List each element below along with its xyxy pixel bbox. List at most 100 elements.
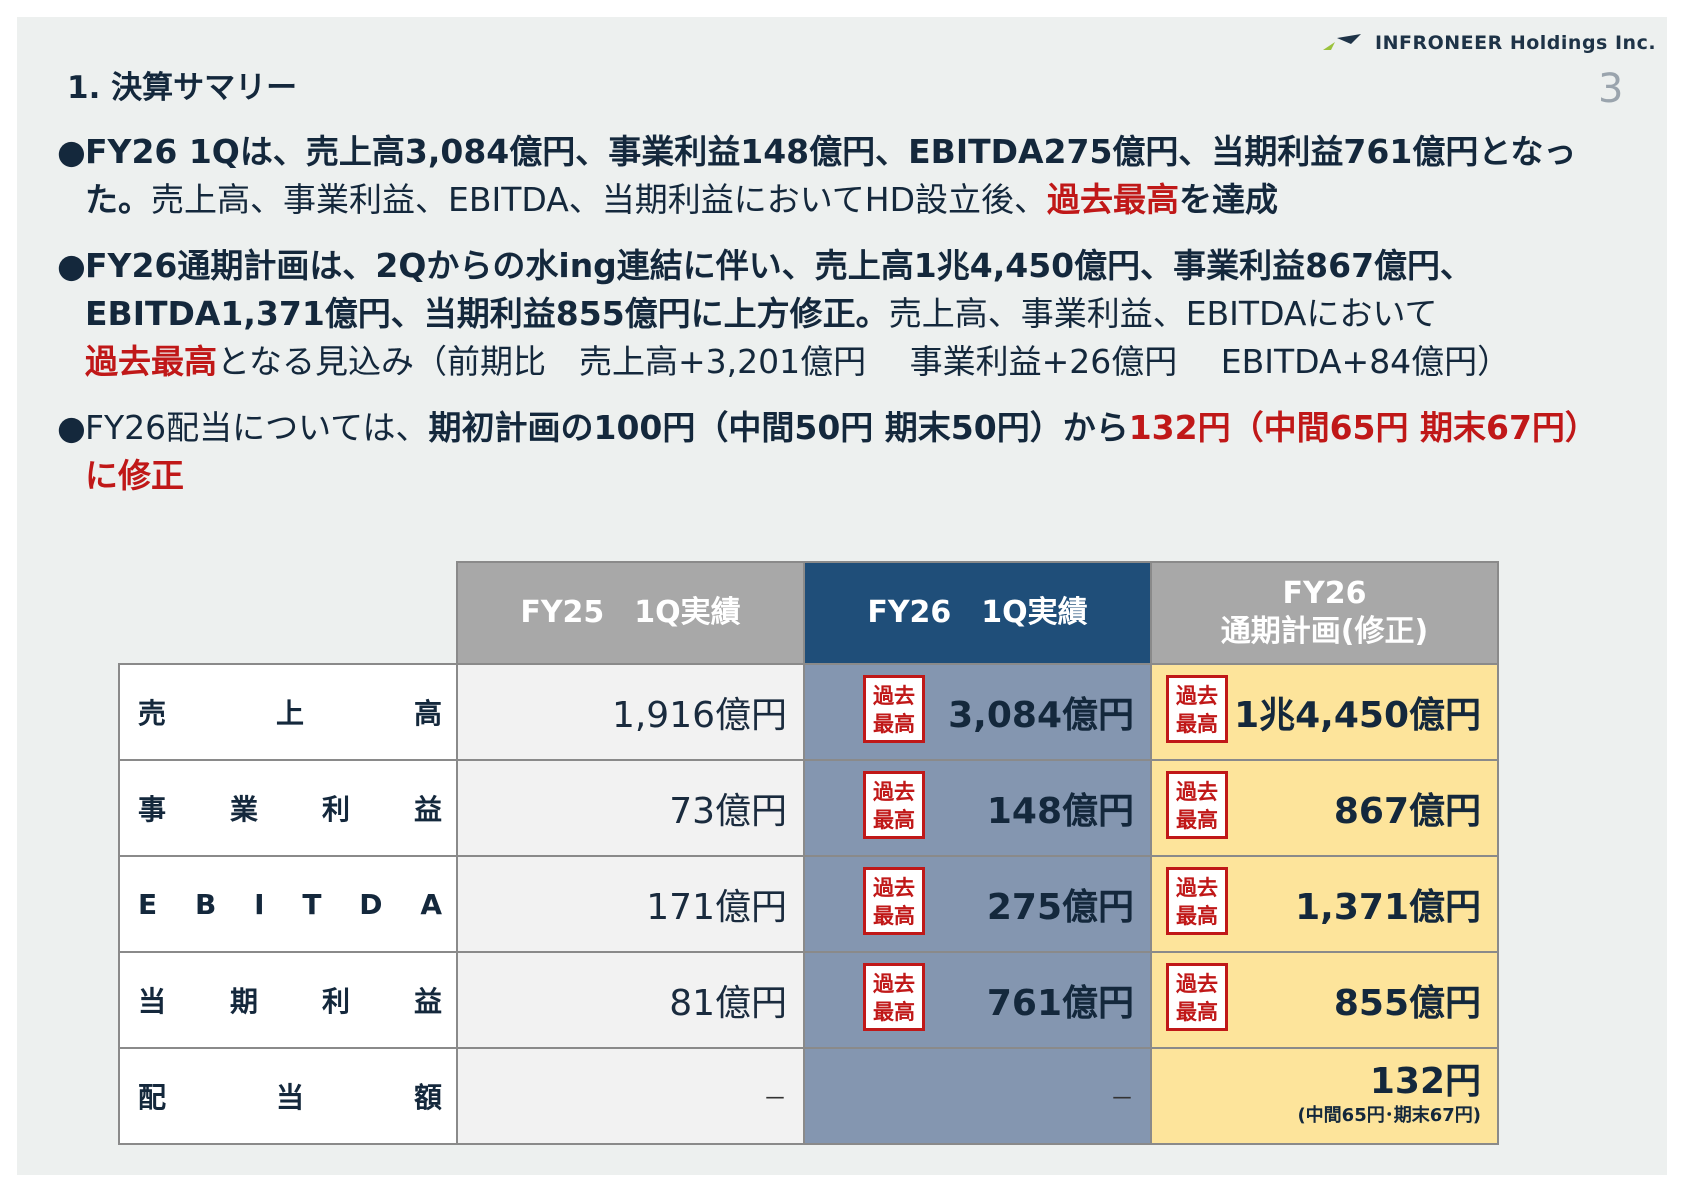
bullet-1: ● FY26 1Qは、売上高3,084億円、事業利益148億円、EBITDA27… — [57, 128, 1657, 224]
fy26-cell: － — [803, 1047, 1152, 1145]
row-label-char: B — [194, 887, 217, 921]
row-label: EBITDA — [120, 888, 456, 921]
record-stamp-line-2: 最高 — [1176, 712, 1218, 736]
record-stamp-line-2: 最高 — [873, 904, 915, 928]
bullet-1-record-highlight: 過去最高 — [1047, 180, 1180, 219]
company-name: INFRONEER Holdings Inc. — [1375, 32, 1657, 54]
row-label-char: I — [254, 887, 265, 921]
record-stamp-line-1: 過去 — [873, 684, 915, 708]
row-label: 当期利益 — [120, 980, 456, 1020]
plan-cell: 過去 最高 855億円 — [1150, 951, 1499, 1049]
row-label-cell: 当期利益 — [118, 951, 458, 1049]
bullet-2-line-3-text: となる見込み（前期比 売上高+3,201億円 事業利益+26億円 EBITDA+… — [217, 342, 1511, 381]
plan-cell: 過去 最高 1兆4,450億円 — [1150, 663, 1499, 761]
record-stamp-line-1: 過去 — [1176, 780, 1218, 804]
fy26-value: 148億円 — [986, 791, 1134, 832]
record-stamp-line-1: 過去 — [873, 972, 915, 996]
row-label-char: A — [420, 887, 442, 921]
row-label-char: T — [302, 887, 322, 921]
row-label-char: 上 — [275, 697, 304, 730]
record-high-stamp: 過去 最高 — [1166, 675, 1228, 743]
record-stamp-line-2: 最高 — [873, 808, 915, 832]
table-corner — [119, 562, 457, 664]
bullet-3-line-2: に修正 — [85, 456, 184, 495]
record-stamp-line-1: 過去 — [1176, 876, 1218, 900]
row-label-char: 高 — [413, 697, 442, 730]
bullet-1-line-2-tail: を達成 — [1179, 180, 1279, 219]
col-header-plan-line-2: 通期計画(修正) — [1220, 614, 1429, 649]
bullet-2-line-1: FY26通期計画は、2Qからの水ing連結に伴い、売上高1兆4,450億円、事業… — [85, 246, 1474, 285]
fy26-cell: 過去最高 761億円 — [803, 951, 1152, 1049]
fy25-cell: 171億円 — [456, 855, 805, 953]
table-row: 当期利益 81億円 過去 最高 761億円 過去 最高 855億円 — [118, 951, 1499, 1049]
dividend-value: 132円 — [1369, 1061, 1481, 1102]
table-body: 売上高 1,916億円 過去 最高 3,084億円 過去 最高 1兆4,450億円事業利益 73… — [118, 663, 1499, 1145]
row-label-cell: 売上高 — [118, 663, 458, 761]
plan-cell: 132円 (中間65円･期末67円) — [1150, 1047, 1499, 1145]
plan-value: 1,371億円 — [1295, 887, 1481, 928]
row-label-char: 益 — [413, 793, 442, 826]
row-label-char: 利 — [321, 793, 350, 826]
fy26-value: 275億円 — [986, 887, 1134, 928]
bullet-2-line-2-bold: EBITDA1,371億円、当期利益855億円に上方修正。 — [85, 294, 889, 333]
bullet-3-dividend-highlight: 132円（中間65円 期末67円） — [1128, 408, 1598, 447]
bullet-1-line-2-text: 売上高、事業利益、EBITDA、当期利益においてHD設立後、 — [151, 180, 1048, 219]
fy26-cell: 過去最高 148億円 — [803, 759, 1152, 857]
col-header-fy26: FY26 1Q実績 — [803, 561, 1152, 665]
record-stamp-line-1: 過去 — [873, 780, 915, 804]
plan-cell: 過去最高 1,371億円 — [1150, 855, 1499, 953]
infroneer-logo-icon — [1323, 34, 1361, 50]
fy26-value: － — [1110, 1084, 1134, 1113]
record-stamp-line-2: 最高 — [873, 1000, 915, 1024]
fy26-cell: 過去最高 3,084億円 — [803, 663, 1152, 761]
fy25-value: 81億円 — [669, 983, 787, 1024]
bullet-2-line-2-text: 売上高、事業利益、EBITDAにおいて — [888, 294, 1438, 333]
record-stamp-line-2: 最高 — [1176, 1000, 1218, 1024]
record-stamp-line-2: 最高 — [1176, 808, 1218, 832]
record-high-stamp: 過去 最高 — [1166, 771, 1228, 839]
record-high-stamp: 過去 最高 — [1166, 867, 1228, 935]
row-label-char: 売 — [138, 697, 167, 730]
record-stamp-line-2: 最高 — [873, 712, 915, 736]
record-stamp-line-2: 最高 — [1176, 904, 1218, 928]
col-header-plan-line-1: FY26 — [1282, 576, 1367, 611]
fy25-cell: 81億円 — [456, 951, 805, 1049]
row-label-char: 当 — [138, 985, 167, 1018]
table-header-row: FY25 1Q実績 FY26 1Q実績 FY26 通期計画(修正) — [119, 561, 1499, 665]
plan-cell: 過去最高 867億円 — [1150, 759, 1499, 857]
fy25-value: 1,916億円 — [611, 695, 787, 736]
row-label: 配当額 — [120, 1076, 456, 1116]
row-label-char: 利 — [321, 985, 350, 1018]
table-row: 売上高 1,916億円 過去 最高 3,084億円 過去 最高 1兆4,450億円 — [118, 663, 1499, 761]
row-label-char: 配 — [138, 1081, 167, 1114]
bullet-2-record-highlight: 過去最高 — [85, 342, 217, 381]
bullet-dot-icon: ● — [57, 246, 86, 285]
row-label-cell: 事業利益 — [118, 759, 458, 857]
row-label: 売上高 — [120, 692, 456, 732]
row-label-cell: 配当額 — [118, 1047, 458, 1145]
page-title: 1. 決算サマリー — [67, 70, 298, 106]
summary-bullets: ● FY26 1Qは、売上高3,084億円、事業利益148億円、EBITDA27… — [57, 128, 1657, 518]
fy25-value: － — [763, 1084, 787, 1113]
fy26-value: 3,084億円 — [948, 695, 1134, 736]
page-number: 3 — [1598, 66, 1624, 112]
bullet-dot-icon: ● — [57, 132, 86, 171]
fy25-cell: － — [456, 1047, 805, 1145]
row-label-char: D — [359, 887, 383, 921]
financial-summary-table: FY25 1Q実績 FY26 1Q実績 FY26 通期計画(修正) 売 上 高 1,9… — [118, 561, 1499, 1145]
fy25-value: 73億円 — [669, 791, 787, 832]
record-high-stamp: 過去 最高 — [863, 771, 925, 839]
row-label: 事業利益 — [120, 788, 456, 828]
bullet-1-line-2-bold: た。 — [85, 180, 151, 219]
record-stamp-line-1: 過去 — [1176, 684, 1218, 708]
record-stamp-line-1: 過去 — [1176, 972, 1218, 996]
row-label-char: E — [138, 887, 158, 921]
fy26-value: 761億円 — [986, 983, 1134, 1024]
fy25-cell: 73億円 — [456, 759, 805, 857]
row-label-char: 事 — [138, 793, 167, 826]
company-logo: INFRONEER Holdings Inc. — [1321, 28, 1656, 58]
plan-value: 867億円 — [1333, 791, 1481, 832]
row-label-char: 額 — [413, 1081, 442, 1114]
table-row: E B I T D A 171億円 過去 最高 275億円 過去 最高 1,371億円 — [118, 855, 1499, 953]
bullet-1-line-1: FY26 1Qは、売上高3,084億円、事業利益148億円、EBITDA275億… — [85, 132, 1577, 171]
